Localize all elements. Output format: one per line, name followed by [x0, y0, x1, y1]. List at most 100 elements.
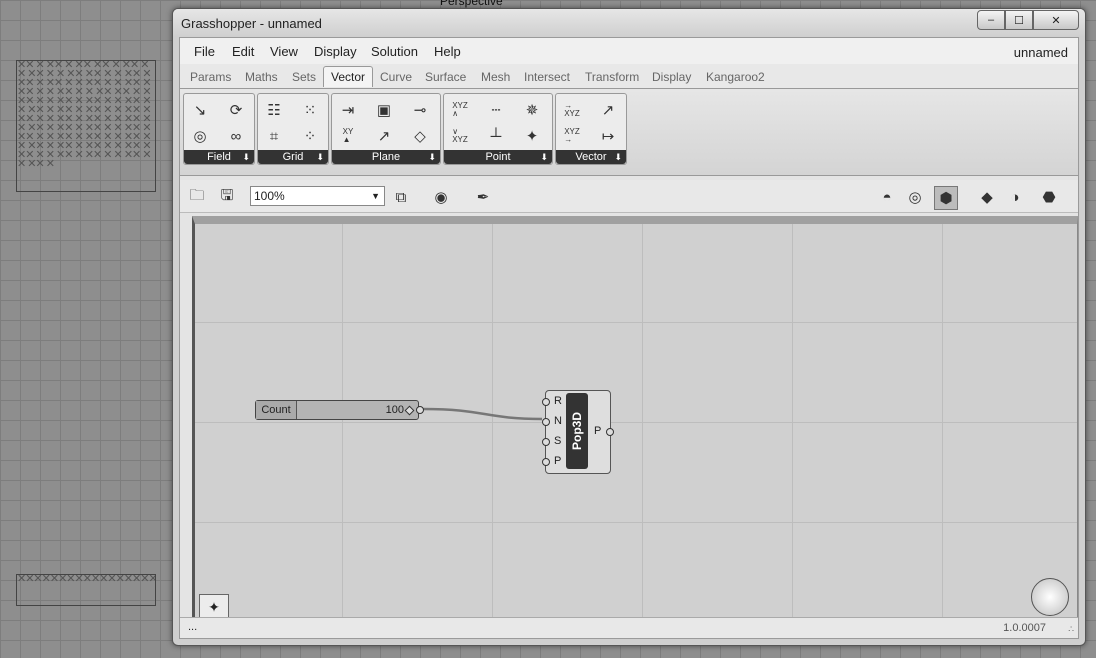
point-list-icon[interactable]: ┄ [484, 98, 508, 122]
window-title: Grasshopper - unnamed [181, 16, 322, 31]
plane-group: ⇥ ▣ ⊸ XY ▲ ↗ ◇ Plane ⬇ [331, 93, 441, 165]
tab-mesh[interactable]: Mesh [481, 70, 510, 84]
input-port-n[interactable] [542, 418, 550, 426]
resize-grip-icon[interactable]: ∴ [1068, 624, 1074, 635]
align-plane-icon[interactable]: ◇ [408, 124, 432, 148]
closest-points-icon[interactable]: ✵ [520, 98, 544, 122]
navigation-compass-icon[interactable] [1031, 578, 1069, 616]
xy-plane-icon[interactable]: XY ▲ [336, 124, 360, 148]
group-label-point[interactable]: Point ⬇ [444, 150, 552, 164]
menu-view[interactable]: View [270, 44, 298, 59]
tab-display[interactable]: Display [652, 70, 691, 84]
tab-intersect[interactable]: Intersect [524, 70, 570, 84]
square-grid-icon[interactable]: ⌗ [262, 124, 286, 148]
group-label-grid[interactable]: Grid ⬇ [258, 150, 328, 164]
preview-selected-icon[interactable]: ⬢ [934, 186, 958, 210]
status-text: ... [188, 621, 198, 633]
plane-normal-icon[interactable]: ⇥ [336, 98, 360, 122]
populate-2d-icon[interactable]: ⁙ [298, 98, 322, 122]
vector-2pt-icon[interactable]: ↗ [596, 98, 620, 122]
tab-surface[interactable]: Surface [425, 70, 466, 84]
save-file-icon[interactable]: 🖫 [216, 186, 238, 208]
tab-curve[interactable]: Curve [380, 70, 412, 84]
group-label-plane[interactable]: Plane ⬇ [332, 150, 440, 164]
point-cloud-bottom: ✕✕✕✕✕✕✕✕✕✕✕✕✕✕✕✕✕✕✕✕✕✕✕✕✕✕✕✕✕✕✕✕✕✕✕✕✕✕✕✕… [16, 574, 156, 606]
tab-vector[interactable]: Vector [323, 66, 374, 87]
connection-wire[interactable] [422, 407, 543, 421]
tab-transform[interactable]: Transform [585, 70, 639, 84]
title-bar[interactable]: Grasshopper - unnamed – ☐ ✕ [173, 9, 1085, 37]
zoom-value: 100% [254, 189, 285, 203]
component-tabs: Params Maths Sets Vector Curve Surface M… [180, 64, 1078, 88]
slider-label: Count [256, 401, 297, 419]
menu-edit[interactable]: Edit [232, 44, 254, 59]
canvas-toolbar: 🗀 🖫 100% ▼ ⧉ ◉ ✒ ◓ ◎ ⬢ ◆ ◑ ⬣ [180, 180, 1078, 213]
input-label: R [554, 395, 562, 407]
unit-vector-icon[interactable]: → XYZ [560, 98, 584, 122]
expand-arrow-icon: ⬇ [242, 152, 250, 162]
pop3d-component[interactable]: R N S P Pop3D P [542, 390, 614, 474]
mesh-settings-icon[interactable]: ⬣ [1038, 186, 1060, 208]
field-line-icon[interactable]: ∞ [224, 124, 248, 148]
sketch-pen-icon[interactable]: ✒ [472, 186, 494, 208]
open-file-icon[interactable]: 🗀 [186, 186, 208, 208]
menu-help[interactable]: Help [434, 44, 461, 59]
minimize-button[interactable]: – [977, 10, 1005, 30]
field-group-label: Field [207, 151, 231, 163]
point-on-plane-icon[interactable]: ┴ [484, 124, 508, 148]
zoom-extents-icon[interactable]: ⧉ [390, 186, 412, 208]
tab-params[interactable]: Params [190, 70, 231, 84]
grasshopper-canvas[interactable]: Count 100 R N S P Pop3D P ✦ [192, 216, 1078, 625]
field-group: ↘ ⟳ ◎ ∞ Field ⬇ [183, 93, 255, 165]
point-charge-icon[interactable]: ◎ [188, 124, 212, 148]
construct-point-icon[interactable]: XYZ ∧ [448, 98, 472, 122]
plane-axis-icon[interactable]: ↗ [372, 124, 396, 148]
count-slider[interactable]: Count 100 [255, 400, 424, 420]
tab-maths[interactable]: Maths [245, 70, 278, 84]
expand-arrow-icon: ⬇ [614, 152, 622, 162]
preview-wireframe-icon[interactable]: ◓ [876, 186, 898, 208]
maximize-button[interactable]: ☐ [1005, 10, 1033, 30]
populate-3d-icon[interactable]: ⁘ [298, 124, 322, 148]
output-port-p[interactable] [606, 428, 614, 436]
group-label-vector[interactable]: Vector ⬇ [556, 150, 626, 164]
close-button[interactable]: ✕ [1033, 10, 1079, 30]
plane-origin-icon[interactable]: ⊸ [408, 98, 432, 122]
document-preview-icon[interactable]: ◆ [976, 186, 998, 208]
input-port-r[interactable] [542, 398, 550, 406]
zoom-select[interactable]: 100% ▼ [250, 186, 385, 206]
preview-shaded-icon[interactable]: ◎ [904, 186, 926, 208]
grasshopper-window: Grasshopper - unnamed – ☐ ✕ File Edit Vi… [172, 8, 1086, 646]
menu-file[interactable]: File [194, 44, 215, 59]
input-port-p[interactable] [542, 458, 550, 466]
vector-length-icon[interactable]: ↦ [596, 124, 620, 148]
point-group-label: Point [485, 151, 511, 163]
preview-quality-icon[interactable]: ◑ [1004, 186, 1026, 208]
tab-sets[interactable]: Sets [292, 70, 316, 84]
tab-kangaroo2[interactable]: Kangaroo2 [706, 70, 765, 84]
slider-grip[interactable] [404, 405, 415, 416]
output-label: P [594, 425, 602, 437]
menu-display[interactable]: Display [314, 44, 357, 59]
deconstruct-point-icon[interactable]: ∨ XYZ [448, 124, 472, 148]
construct-plane-icon[interactable]: ▣ [372, 98, 396, 122]
version-label: 1.0.0007 [1003, 622, 1046, 634]
group-label-field[interactable]: Field ⬇ [184, 150, 254, 164]
menu-solution[interactable]: Solution [371, 44, 418, 59]
input-port-s[interactable] [542, 438, 550, 446]
cull-points-icon[interactable]: ✦ [520, 124, 544, 148]
rectangular-grid-icon[interactable]: ☷ [262, 98, 286, 122]
viewport-title[interactable]: Perspective [440, 0, 503, 8]
preview-eye-icon[interactable]: ◉ [430, 186, 452, 208]
grasshopper-client: File Edit View Display Solution Help unn… [179, 37, 1079, 639]
menu-bar: File Edit View Display Solution Help unn… [180, 38, 1078, 64]
component-body[interactable]: Pop3D [566, 393, 588, 469]
component-ribbon: ↘ ⟳ ◎ ∞ Field ⬇ ☷ ⁙ ⌗ ⁘ Grid ⬇ ⇥ ▣ ⊸ XY ▲ ↗… [180, 88, 1078, 176]
slider-output-port[interactable] [416, 406, 424, 414]
spin-force-icon[interactable]: ⟳ [224, 98, 248, 122]
deconstruct-vector-icon[interactable]: XYZ → [560, 124, 584, 148]
expand-arrow-icon: ⬇ [316, 152, 324, 162]
line-charge-icon[interactable]: ↘ [188, 98, 212, 122]
slider-value: 100 [385, 404, 404, 416]
input-label: S [554, 435, 562, 447]
